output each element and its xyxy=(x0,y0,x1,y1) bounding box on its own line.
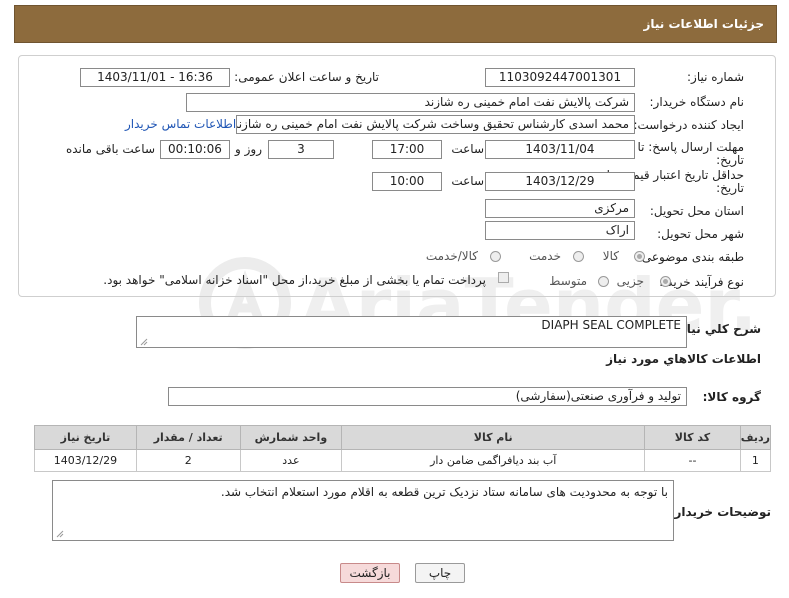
province-field: مرکزی xyxy=(485,199,635,218)
table-row: 1 -- آب بند دیافراگمی ضامن دار عدد 2 140… xyxy=(34,449,772,472)
page-header: جزئیات اطلاعات نیاز xyxy=(14,5,777,43)
process-minor-radio[interactable] xyxy=(660,276,671,287)
col-goods-code: کد کالا xyxy=(644,425,741,450)
process-minor-label: جزیی xyxy=(616,274,644,288)
col-quantity: تعداد / مقدار xyxy=(135,425,241,450)
buyer-contact-link[interactable]: اطلاعات تماس خریدار xyxy=(125,117,236,131)
price-validity-time-label: ساعت xyxy=(451,174,484,188)
city-label: شهر محل تحویل: xyxy=(657,227,744,241)
goods-section-title: اطلاعات كالاهاي مورد نياز xyxy=(606,352,761,366)
category-service-label: خدمت xyxy=(529,249,561,263)
category-goods-service-radio[interactable] xyxy=(490,251,501,262)
remaining-days-field: 3 xyxy=(268,140,334,159)
city-field: اراک xyxy=(485,221,635,240)
purchase-process-label: نوع فرآیند خرید : xyxy=(659,275,744,289)
goods-group-label: گروه کالا: xyxy=(702,390,761,404)
category-label: طبقه بندی موضوعی: xyxy=(637,250,744,264)
deadline-time-label: ساعت xyxy=(451,142,484,156)
col-unit: واحد شمارش xyxy=(239,425,343,450)
cell-need-date: 1403/12/29 xyxy=(34,449,137,472)
resize-grip-icon[interactable] xyxy=(140,338,148,346)
need-number-label: شماره نیاز: xyxy=(687,70,744,84)
category-goods-label: کالا xyxy=(602,249,619,263)
col-need-date: تاریخ نیاز xyxy=(34,425,137,450)
deadline-label-date: تاریخ: xyxy=(716,153,744,167)
category-goods-radio[interactable] xyxy=(634,251,645,262)
price-validity-time-field: 10:00 xyxy=(372,172,442,191)
process-medium-radio[interactable] xyxy=(598,276,609,287)
description-label: شرح كلي نياز: xyxy=(675,322,761,336)
treasury-payment-note: پرداخت تمام یا بخشی از مبلغ خرید،از محل … xyxy=(103,273,486,287)
remaining-time-label: ساعت باقی مانده xyxy=(65,142,155,156)
price-validity-date-field: 1403/12/29 xyxy=(485,172,635,191)
remaining-time-field: 00:10:06 xyxy=(160,140,230,159)
resize-grip-icon[interactable] xyxy=(56,530,64,538)
page-title: جزئیات اطلاعات نیاز xyxy=(643,17,764,31)
announce-datetime-label: تاریخ و ساعت اعلان عمومی: xyxy=(234,70,379,84)
deadline-label: مهلت ارسال پاسخ: تا xyxy=(637,140,744,154)
goods-table: ردیف کد کالا نام کالا واحد شمارش تعداد /… xyxy=(34,425,772,472)
buyer-org-field: شرکت پالایش نفت امام خمینی ره شازند xyxy=(186,93,635,112)
category-service-radio[interactable] xyxy=(573,251,584,262)
cell-goods-code: -- xyxy=(644,449,741,472)
print-button[interactable]: چاپ xyxy=(415,563,465,583)
province-label: استان محل تحویل: xyxy=(649,204,744,218)
description-field: DIAPH SEAL COMPLETE xyxy=(136,316,687,348)
cell-unit: عدد xyxy=(239,449,343,472)
treasury-payment-checkbox[interactable] xyxy=(498,272,509,283)
price-validity-label-date: تاریخ: xyxy=(716,181,744,195)
category-goods-service-label: کالا/خدمت xyxy=(425,249,478,263)
back-button[interactable]: بازگشت xyxy=(340,563,400,583)
process-medium-label: متوسط xyxy=(549,274,587,288)
creator-field: محمد اسدی کارشناس تحقیق وساخت شرکت پالای… xyxy=(236,115,635,134)
goods-table-header: ردیف کد کالا نام کالا واحد شمارش تعداد /… xyxy=(34,425,772,450)
cell-row-number: 1 xyxy=(739,449,772,472)
deadline-date-field: 1403/11/04 xyxy=(485,140,635,159)
buyer-notes-field: با توجه به محدودیت های سامانه ستاد نزدیک… xyxy=(52,480,674,541)
col-row-number: ردیف xyxy=(739,425,772,450)
cell-goods-name: آب بند دیافراگمی ضامن دار xyxy=(341,449,646,472)
buyer-notes-label: توضیحات خریدار: xyxy=(669,505,771,519)
col-goods-name: نام کالا xyxy=(341,425,646,450)
days-label: روز و xyxy=(235,142,262,156)
need-number-field: 1103092447001301 xyxy=(485,68,635,87)
deadline-time-field: 17:00 xyxy=(372,140,442,159)
cell-quantity: 2 xyxy=(135,449,241,472)
buyer-org-label: نام دستگاه خریدار: xyxy=(649,95,745,109)
announce-datetime-field: 1403/11/01 - 16:36 xyxy=(80,68,230,87)
goods-group-field: تولید و فرآوری صنعتی(سفارشی) xyxy=(168,387,687,406)
creator-label: ایجاد کننده درخواست: xyxy=(633,118,744,132)
